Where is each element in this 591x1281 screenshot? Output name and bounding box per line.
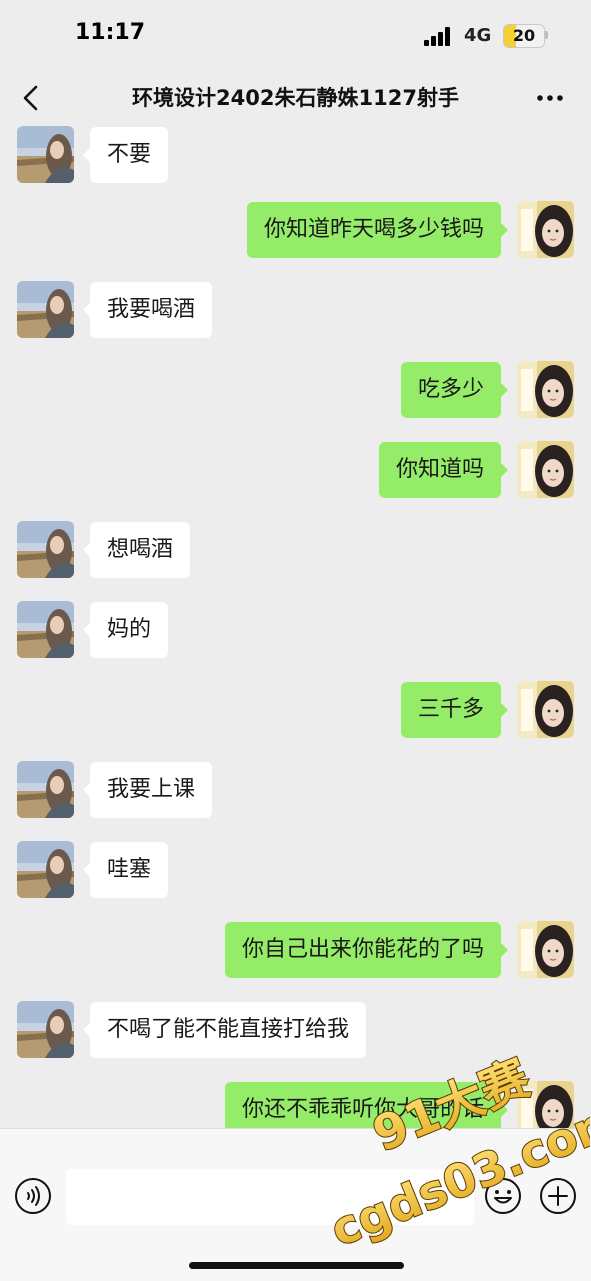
message-bubble[interactable]: 我要上课 [82,762,213,818]
contact-avatar[interactable] [17,281,74,338]
chat-title: 环境设计2402朱石静姝1127射手 [132,86,459,110]
voice-icon[interactable] [14,1177,52,1215]
message-bubble[interactable]: 哇塞 [82,842,169,898]
message-row-outgoing: 你自己出来你能花的了吗 [0,921,591,979]
home-indicator [189,1262,404,1269]
message-row-incoming: 想喝酒 [0,521,591,579]
message-row-outgoing: 你知道昨天喝多少钱吗 [0,201,591,259]
message-bubble[interactable]: 不喝了能不能直接打给我 [82,1002,367,1058]
status-bar: 11:17 4G 20 [0,0,591,70]
message-list[interactable]: 不要你知道昨天喝多少钱吗 我要喝酒吃多少你知道吗想喝酒妈的三千多我要上课哇塞 你自己… [0,126,591,1130]
chevron-left-icon[interactable] [14,80,50,116]
message-bubble[interactable]: 你知道昨天喝多少钱吗 [246,202,509,258]
contact-avatar[interactable] [17,841,74,898]
more-dots-icon[interactable] [530,84,570,112]
battery-percent: 20 [512,26,536,45]
message-row-outgoing: 你知道吗 [0,441,591,499]
message-row-incoming: 不要 [0,126,591,184]
message-row-incoming: 不喝了能不能直接打给我 [0,1001,591,1059]
signal-icon [424,26,452,46]
network-type: 4G [464,25,492,46]
chat-header: 环境设计2402朱石静姝1127射手 [0,70,591,126]
message-bubble[interactable]: 妈的 [82,602,169,658]
message-row-incoming: 哇塞 [0,841,591,899]
message-row-incoming: 我要喝酒 [0,281,591,339]
message-bubble[interactable]: 不要 [82,127,169,183]
message-bubble[interactable]: 吃多少 [400,362,509,418]
emoji-icon[interactable] [484,1177,522,1215]
message-bubble[interactable]: 你自己出来你能花的了吗 [224,922,509,978]
message-bubble[interactable]: 三千多 [400,682,509,738]
my-avatar[interactable] [517,1081,574,1130]
message-bubble[interactable]: 你还不乖乖听你大哥的话 [224,1082,509,1130]
message-row-outgoing: 你还不乖乖听你大哥的话 [0,1081,591,1130]
battery-icon: 20 [503,24,545,48]
contact-avatar[interactable] [17,126,74,183]
my-avatar[interactable] [517,921,574,978]
my-avatar[interactable] [517,441,574,498]
battery-tip [545,31,548,39]
message-bubble[interactable]: 你知道吗 [378,442,509,498]
status-time: 11:17 [75,20,146,45]
contact-avatar[interactable] [17,1001,74,1058]
my-avatar[interactable] [517,361,574,418]
message-row-outgoing: 三千多 [0,681,591,739]
message-row-incoming: 我要上课 [0,761,591,819]
my-avatar[interactable] [517,681,574,738]
message-row-incoming: 妈的 [0,601,591,659]
plus-icon[interactable] [539,1177,577,1215]
message-bubble[interactable]: 我要喝酒 [82,282,213,338]
input-bar [0,1128,591,1281]
my-avatar[interactable] [517,201,574,258]
message-bubble[interactable]: 想喝酒 [82,522,191,578]
message-row-outgoing: 吃多少 [0,361,591,419]
contact-avatar[interactable] [17,601,74,658]
contact-avatar[interactable] [17,761,74,818]
message-input[interactable] [66,1169,474,1225]
contact-avatar[interactable] [17,521,74,578]
